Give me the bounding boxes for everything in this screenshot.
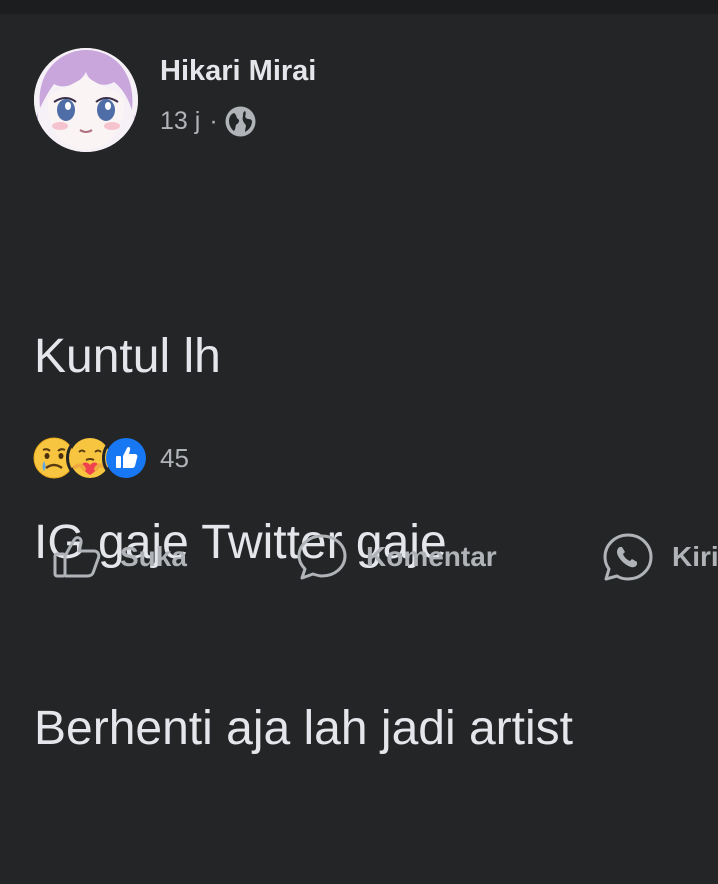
top-strip	[0, 0, 718, 14]
reactions-summary[interactable]: 45	[30, 434, 189, 482]
send-label: Kirim	[672, 541, 718, 572]
like-thumb-icon	[102, 434, 150, 482]
thumb-up-icon	[53, 536, 101, 578]
globe-icon	[225, 106, 256, 137]
meta-separator: ·	[209, 107, 218, 135]
like-button[interactable]: Suka	[52, 522, 187, 592]
post-time[interactable]: 13 j	[160, 107, 200, 136]
post-text-line: Kuntul lh	[34, 330, 221, 383]
send-button[interactable]: Kirim	[602, 522, 718, 592]
post-text-line: Berhenti aja lah jadi artist	[34, 702, 573, 755]
post-card: Hikari Mirai 13 j · Kuntul lh IG gaje Tw…	[0, 14, 718, 755]
author-name[interactable]: Hikari Mirai	[160, 55, 316, 88]
avatar-image	[34, 48, 138, 152]
action-bar: Suka Komentar Kirim	[0, 522, 718, 592]
comment-button[interactable]: Komentar	[296, 522, 497, 592]
avatar[interactable]	[34, 48, 138, 152]
reaction-count[interactable]: 45	[160, 443, 189, 474]
whatsapp-icon	[603, 533, 653, 581]
comment-bubble-icon	[297, 534, 347, 580]
comment-label: Komentar	[366, 541, 497, 572]
post-meta: 13 j ·	[160, 106, 256, 137]
like-label: Suka	[120, 541, 187, 572]
